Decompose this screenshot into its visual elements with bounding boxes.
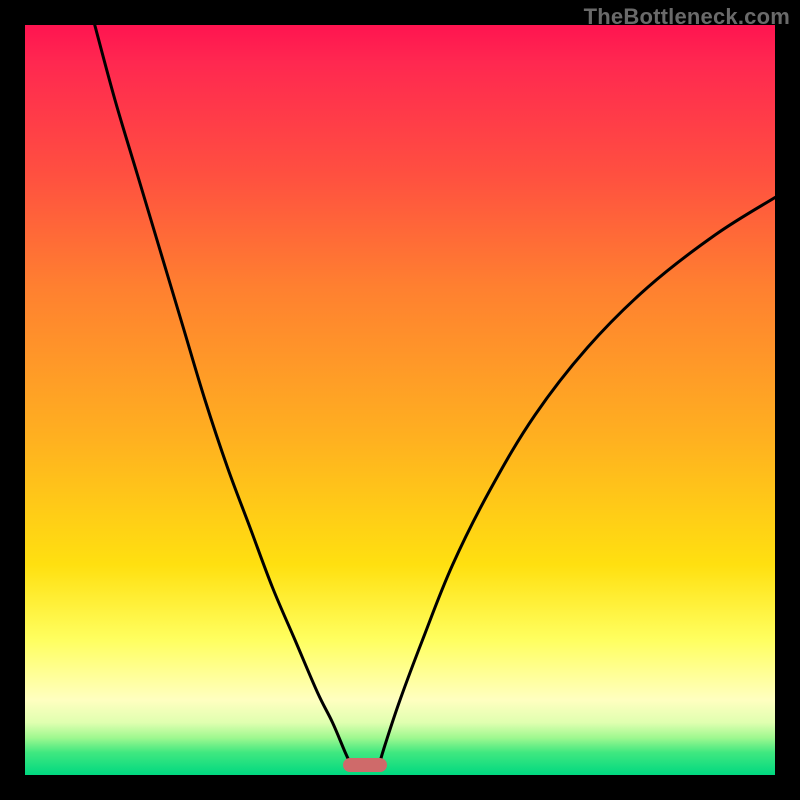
right-curve (379, 198, 775, 766)
left-curve (95, 25, 352, 765)
watermark-text: TheBottleneck.com (584, 4, 790, 30)
bottleneck-marker (343, 758, 387, 772)
chart-plot-area (25, 25, 775, 775)
curves-layer (25, 25, 775, 775)
